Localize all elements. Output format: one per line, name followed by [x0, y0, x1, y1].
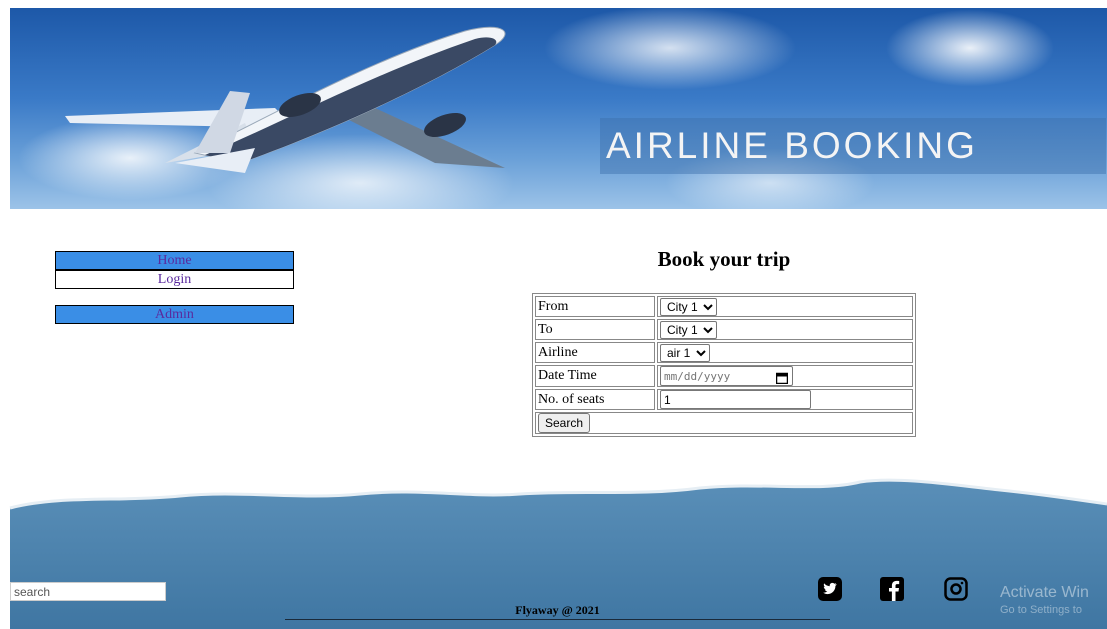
airline-select[interactable]: air 1	[660, 343, 710, 362]
calendar-icon[interactable]	[776, 372, 788, 384]
search-row: Search	[535, 412, 913, 434]
twitter-icon[interactable]	[818, 577, 842, 601]
from-label: From	[535, 296, 655, 317]
to-select[interactable]: City 1	[660, 320, 717, 339]
datetime-cell	[657, 365, 913, 387]
seats-input[interactable]	[660, 390, 811, 409]
search-button[interactable]: Search	[538, 413, 591, 433]
facebook-icon[interactable]	[880, 577, 904, 601]
side-nav: Home Login Admin	[55, 251, 294, 324]
datetime-input[interactable]	[660, 366, 793, 386]
datetime-row: Date Time	[535, 365, 913, 387]
header-banner: AIRLINE BOOKING	[10, 8, 1107, 209]
seats-row: No. of seats	[535, 389, 913, 410]
nav-home-link[interactable]: Home	[55, 251, 294, 270]
instagram-icon[interactable]	[944, 577, 968, 601]
airline-label: Airline	[535, 342, 655, 363]
to-row: To City 1	[535, 319, 913, 340]
activate-windows-watermark: Activate Win	[1000, 584, 1089, 601]
from-cell: City 1	[657, 296, 913, 317]
nav-login-link[interactable]: Login	[55, 270, 294, 289]
to-label: To	[535, 319, 655, 340]
footer-search-input[interactable]	[10, 582, 166, 601]
footer-divider	[285, 619, 830, 620]
search-cell: Search	[535, 412, 913, 434]
from-select[interactable]: City 1	[660, 297, 717, 316]
to-cell: City 1	[657, 319, 913, 340]
banner-title: AIRLINE BOOKING	[600, 118, 1106, 174]
footer: Flyaway @ 2021 Activate Win Go to Settin…	[0, 470, 1107, 629]
airplane-icon	[65, 26, 506, 173]
seats-label: No. of seats	[535, 389, 655, 410]
copyright-text: Flyaway @ 2021	[515, 603, 600, 617]
airline-row: Airline air 1	[535, 342, 913, 363]
seats-cell	[657, 389, 913, 410]
booking-form: From City 1 To City 1 Airline air 1 Date…	[532, 293, 916, 437]
airline-cell: air 1	[657, 342, 913, 363]
form-title: Book your trip	[657, 247, 791, 271]
nav-admin-link[interactable]: Admin	[55, 305, 294, 324]
from-row: From City 1	[535, 296, 913, 317]
activate-windows-subtext: Go to Settings to	[1000, 604, 1082, 616]
datetime-label: Date Time	[535, 365, 655, 387]
